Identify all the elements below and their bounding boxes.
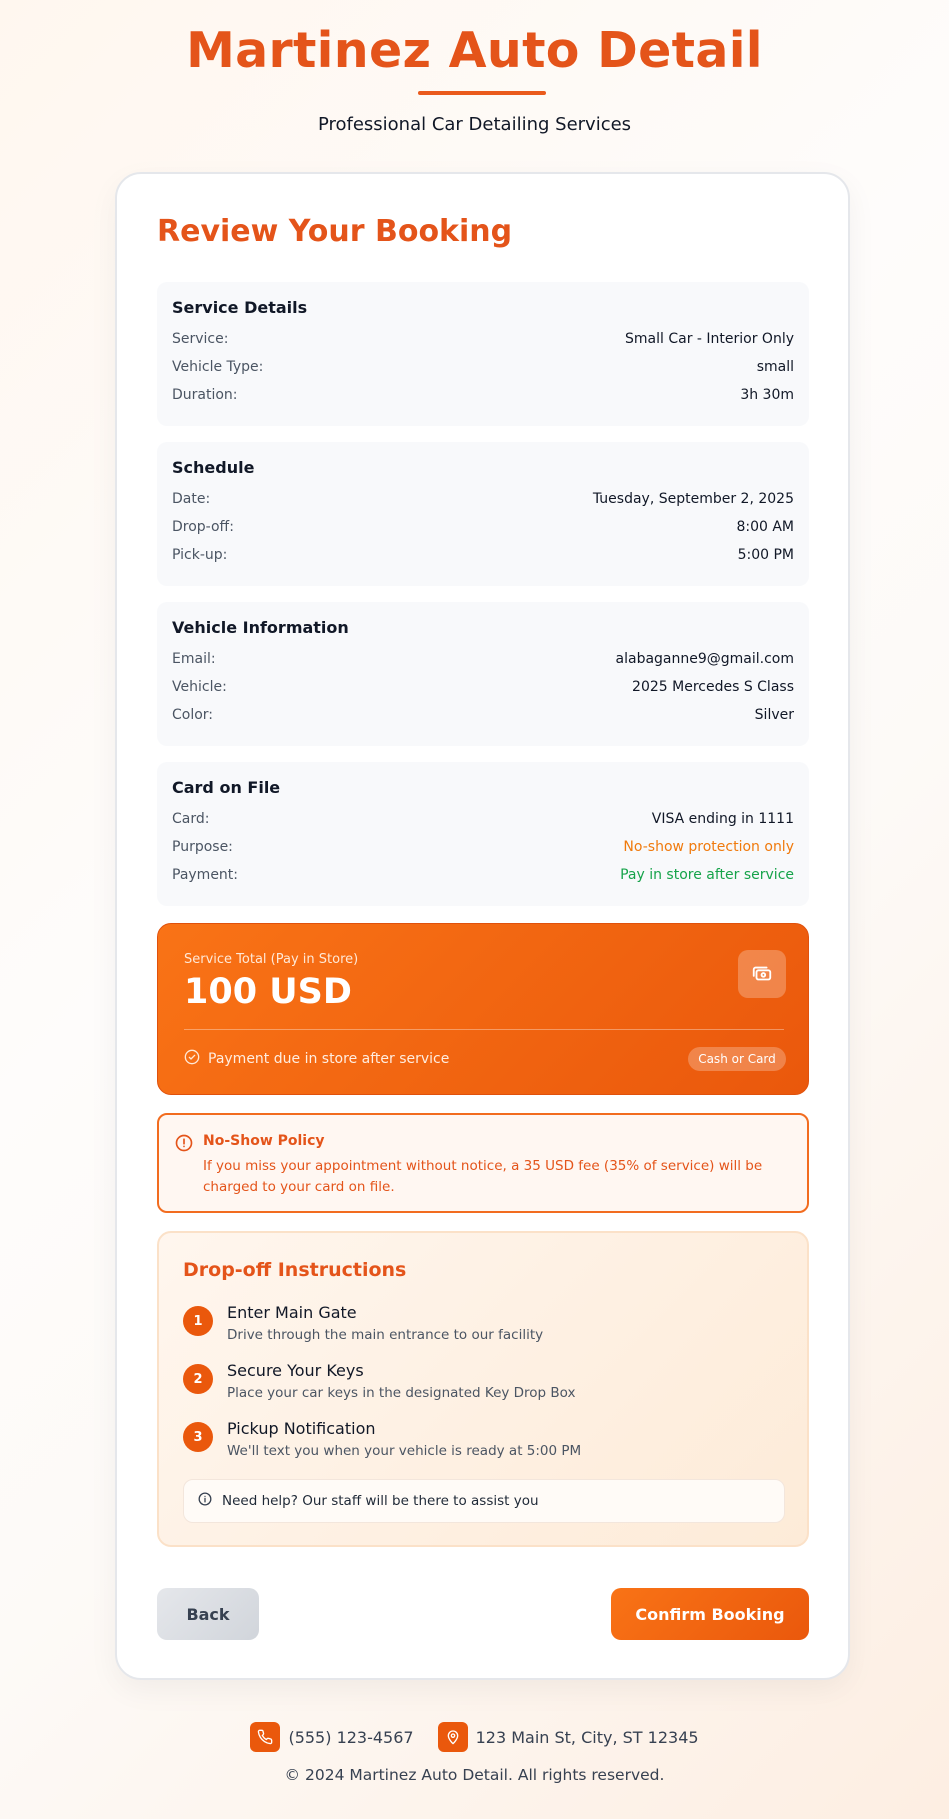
detail-row: Duration: 3h 30m: [172, 387, 794, 415]
dropoff-instructions: Drop-off Instructions 1 Enter Main Gate …: [157, 1231, 809, 1547]
detail-label: Email:: [172, 651, 216, 667]
detail-row: Color: Silver: [172, 707, 794, 735]
detail-value: 8:00 AM: [736, 519, 794, 535]
address-contact[interactable]: 123 Main St, City, ST 12345: [437, 1722, 699, 1752]
info-icon: [198, 1492, 212, 1510]
detail-value: 5:00 PM: [737, 547, 794, 563]
brand-subtitle: Professional Car Detailing Services: [317, 114, 632, 135]
detail-row: Service: Small Car - Interior Only: [172, 331, 794, 359]
detail-label: Date:: [172, 491, 211, 507]
section-heading: Card on File: [172, 778, 281, 797]
schedule-section: Schedule Date: Tuesday, September 2, 202…: [157, 442, 809, 586]
detail-value: alabaganne9@gmail.com: [615, 651, 794, 667]
step-description: Drive through the main entrance to our f…: [227, 1327, 544, 1343]
brand-underline: [418, 91, 546, 95]
brand-title: Martinez Auto Detail: [186, 22, 763, 79]
instruction-step: 3 Pickup Notification We'll text you whe…: [183, 1419, 783, 1469]
detail-label: Vehicle:: [172, 679, 227, 695]
section-heading: Vehicle Information: [172, 618, 349, 637]
detail-label: Duration:: [172, 387, 238, 403]
step-description: We'll text you when your vehicle is read…: [227, 1443, 582, 1459]
detail-value: Tuesday, September 2, 2025: [592, 491, 794, 507]
detail-row: Email: alabaganne9@gmail.com: [172, 651, 794, 679]
detail-row: Pick-up: 5:00 PM: [172, 547, 794, 575]
check-circle-icon: [184, 1049, 200, 1069]
payment-note-text: Payment due in store after service: [208, 1051, 450, 1067]
service-details-section: Service Details Service: Small Car - Int…: [157, 282, 809, 426]
copyright: © 2024 Martinez Auto Detail. All rights …: [0, 1766, 949, 1784]
vehicle-info-section: Vehicle Information Email: alabaganne9@g…: [157, 602, 809, 746]
detail-label: Drop-off:: [172, 519, 234, 535]
copyright-text: 2024 Martinez Auto Detail. All rights re…: [304, 1766, 665, 1784]
detail-row: Vehicle: 2025 Mercedes S Class: [172, 679, 794, 707]
detail-row: Purpose: No-show protection only: [172, 839, 794, 867]
step-description: Place your car keys in the designated Ke…: [227, 1385, 576, 1401]
detail-row: Vehicle Type: small: [172, 359, 794, 387]
address-text: 123 Main St, City, ST 12345: [475, 1727, 699, 1747]
detail-label: Vehicle Type:: [172, 359, 264, 375]
detail-row: Date: Tuesday, September 2, 2025: [172, 491, 794, 519]
section-heading: Service Details: [172, 298, 308, 317]
confirm-booking-button[interactable]: Confirm Booking: [611, 1588, 809, 1640]
booking-review-card: Review Your Booking Service Details Serv…: [115, 172, 850, 1680]
help-text: Need help? Our staff will be there to as…: [222, 1493, 539, 1509]
service-total-panel: Service Total (Pay in Store) 100 USD Pay…: [157, 923, 809, 1095]
help-note: Need help? Our staff will be there to as…: [183, 1479, 785, 1523]
phone-text: (555) 123-4567: [288, 1727, 414, 1747]
detail-value: VISA ending in 1111: [651, 811, 794, 827]
card-on-file-section: Card on File Card: VISA ending in 1111 P…: [157, 762, 809, 906]
location-pin-icon: [437, 1722, 468, 1752]
no-show-policy: No-Show Policy If you miss your appointm…: [157, 1113, 809, 1213]
detail-label: Color:: [172, 707, 214, 723]
payment-method-badge: Cash or Card: [688, 1047, 786, 1071]
dropoff-title: Drop-off Instructions: [183, 1259, 407, 1281]
step-title: Enter Main Gate: [227, 1303, 357, 1322]
step-title: Pickup Notification: [227, 1419, 376, 1438]
detail-row: Payment: Pay in store after service: [172, 867, 794, 895]
payment-note: Payment due in store after service: [184, 1049, 449, 1069]
detail-value: Silver: [754, 707, 794, 723]
total-label: Service Total (Pay in Store): [184, 952, 359, 967]
copyright-icon: ©: [284, 1766, 301, 1784]
total-divider: [184, 1029, 784, 1030]
policy-text: If you miss your appointment without not…: [203, 1158, 763, 1195]
purpose-value: No-show protection only: [623, 839, 794, 855]
phone-contact[interactable]: (555) 123-4567: [250, 1722, 414, 1752]
detail-value: 3h 30m: [740, 387, 794, 403]
step-title: Secure Your Keys: [227, 1361, 364, 1380]
footer-contact: (555) 123-4567 123 Main St, City, ST 123…: [0, 1722, 949, 1752]
page-title: Review Your Booking: [157, 214, 513, 249]
payment-value: Pay in store after service: [620, 867, 794, 883]
detail-label: Card:: [172, 811, 210, 827]
detail-label: Purpose:: [172, 839, 233, 855]
instruction-step: 2 Secure Your Keys Place your car keys i…: [183, 1361, 783, 1411]
detail-value: 2025 Mercedes S Class: [632, 679, 794, 695]
cash-icon: [738, 950, 786, 998]
detail-value: small: [756, 359, 794, 375]
instruction-step: 1 Enter Main Gate Drive through the main…: [183, 1303, 783, 1353]
detail-label: Payment:: [172, 867, 239, 883]
detail-label: Pick-up:: [172, 547, 228, 563]
section-heading: Schedule: [172, 458, 255, 477]
step-number: 3: [183, 1422, 213, 1452]
step-number: 1: [183, 1306, 213, 1336]
phone-icon: [250, 1722, 281, 1752]
detail-value: Small Car - Interior Only: [625, 331, 794, 347]
total-amount: 100 USD: [184, 972, 352, 1012]
detail-row: Card: VISA ending in 1111: [172, 811, 794, 839]
detail-label: Service:: [172, 331, 229, 347]
policy-title: No-Show Policy: [203, 1133, 325, 1149]
back-button[interactable]: Back: [157, 1588, 259, 1640]
detail-row: Drop-off: 8:00 AM: [172, 519, 794, 547]
alert-circle-icon: [175, 1134, 193, 1156]
step-number: 2: [183, 1364, 213, 1394]
